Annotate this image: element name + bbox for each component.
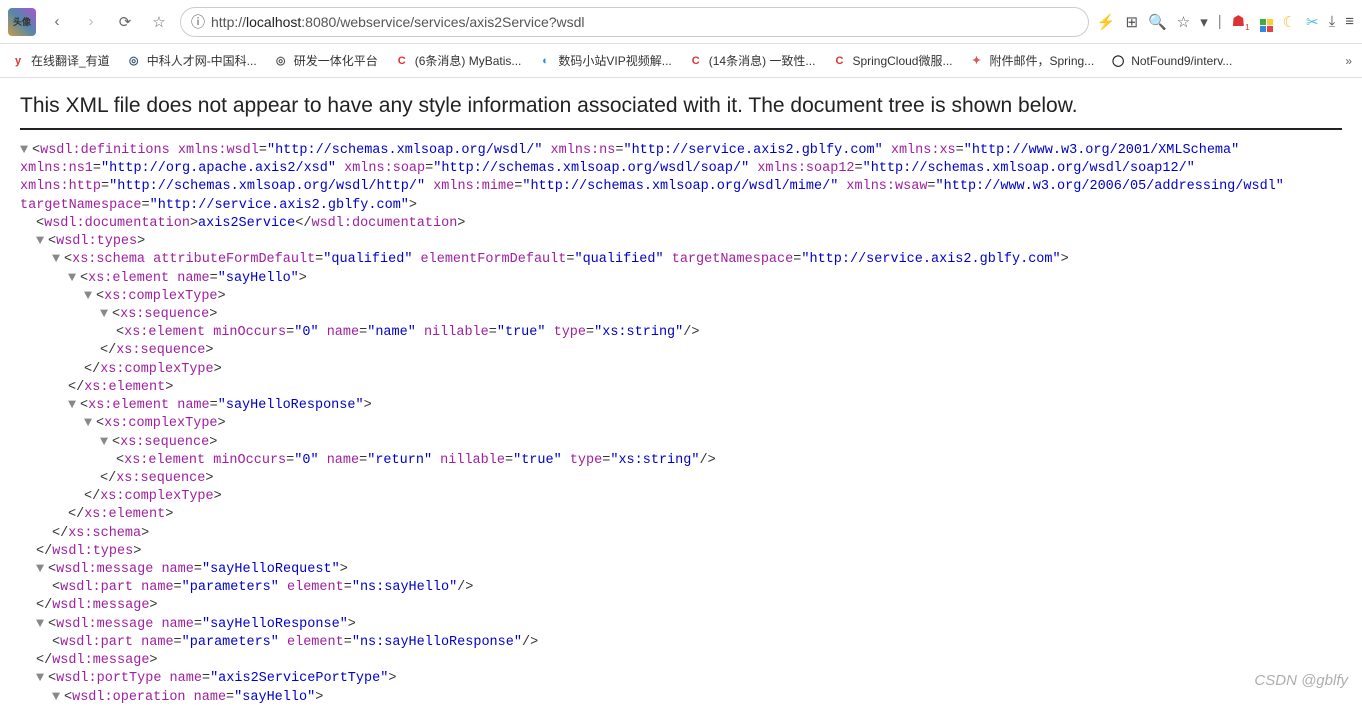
xml-node: </xs:element> bbox=[20, 506, 1342, 524]
bookmark-item[interactable]: ◯ NotFound9/interv... bbox=[1110, 52, 1232, 69]
back-button[interactable]: ‹ bbox=[44, 9, 70, 35]
bookmark-item[interactable]: ◐ 数码小站VIP视频解... bbox=[537, 52, 671, 69]
bookmark-icon: ◎ bbox=[273, 53, 289, 69]
bookmark-label: 中科人才网-中国科... bbox=[147, 52, 257, 69]
xml-node: </xs:complexType> bbox=[20, 488, 1342, 506]
ext-icon-3[interactable]: ✂ bbox=[1306, 13, 1319, 31]
bookmark-item[interactable]: C (14条消息) 一致性... bbox=[688, 52, 816, 69]
xml-node: </xs:schema> bbox=[20, 525, 1342, 543]
chevron-down-icon[interactable]: ▾ bbox=[1200, 13, 1208, 31]
xml-notice: This XML file does not appear to have an… bbox=[20, 94, 1342, 130]
toolbar-extensions: ⚡ ⊞ 🔍 ☆ ▾ | ☗1 ☾ ✂ ⤓ ≡ bbox=[1097, 12, 1354, 32]
profile-avatar[interactable]: 头像 bbox=[8, 8, 36, 36]
xml-node[interactable]: ▼<wsdl:message name="sayHelloRequest"> bbox=[20, 561, 1342, 579]
bookmark-star-icon[interactable]: ☆ bbox=[146, 9, 172, 35]
bookmark-item[interactable]: ◎ 研发一体化平台 bbox=[273, 52, 378, 69]
bookmark-icon: C bbox=[394, 53, 410, 69]
xml-node[interactable]: ▼<xs:sequence> bbox=[20, 306, 1342, 324]
xml-node: </xs:sequence> bbox=[20, 342, 1342, 360]
xml-node: </xs:sequence> bbox=[20, 470, 1342, 488]
menu-icon[interactable]: ≡ bbox=[1345, 13, 1354, 30]
xml-node: </wsdl:types> bbox=[20, 543, 1342, 561]
zoom-icon[interactable]: 🔍 bbox=[1148, 13, 1167, 31]
bookmark-item[interactable]: ◎ 中科人才网-中国科... bbox=[126, 52, 257, 69]
bookmark-label: 在线翻译_有道 bbox=[31, 52, 110, 69]
bookmarks-overflow-icon[interactable]: » bbox=[1345, 54, 1352, 68]
bookmarks-bar: y 在线翻译_有道 ◎ 中科人才网-中国科... ◎ 研发一体化平台 C (6条消息) MyB… bbox=[0, 44, 1362, 78]
xml-tree: ▼<wsdl:definitions xmlns:wsdl="http://sc… bbox=[20, 142, 1342, 707]
xml-node[interactable]: <xs:element minOccurs="0" name="return" … bbox=[20, 452, 1342, 470]
bookmark-label: SpringCloud微服... bbox=[852, 52, 952, 69]
bookmark-item[interactable]: C SpringCloud微服... bbox=[831, 52, 952, 69]
xml-node[interactable]: ▼<wsdl:types> bbox=[20, 233, 1342, 251]
bookmark-label: (14条消息) 一致性... bbox=[709, 52, 816, 69]
xml-node[interactable]: ▼<xs:schema attributeFormDefault="qualif… bbox=[20, 251, 1342, 269]
xml-node[interactable]: ▼<xs:element name="sayHelloResponse"> bbox=[20, 397, 1342, 415]
xml-node[interactable]: <wsdl:documentation>axis2Service</wsdl:d… bbox=[20, 215, 1342, 233]
bookmark-icon: ◯ bbox=[1110, 53, 1126, 69]
xml-node[interactable]: ▼<xs:complexType> bbox=[20, 288, 1342, 306]
info-icon[interactable]: ⓘ bbox=[191, 12, 205, 32]
bookmark-item[interactable]: C (6条消息) MyBatis... bbox=[394, 52, 522, 69]
xml-node[interactable]: ▼<wsdl:operation name="sayHello"> bbox=[20, 689, 1342, 707]
xml-node: </xs:complexType> bbox=[20, 361, 1342, 379]
address-bar[interactable]: ⓘ http://localhost:8080/webservice/servi… bbox=[180, 7, 1089, 37]
xml-node[interactable]: <wsdl:part name="parameters" element="ns… bbox=[20, 634, 1342, 652]
bookmark-label: (6条消息) MyBatis... bbox=[415, 52, 522, 69]
bookmark-label: 研发一体化平台 bbox=[294, 52, 378, 69]
xml-node[interactable]: <xs:element minOccurs="0" name="name" ni… bbox=[20, 324, 1342, 342]
bookmark-label: 数码小站VIP视频解... bbox=[558, 52, 671, 69]
xml-node[interactable]: ▼<xs:complexType> bbox=[20, 415, 1342, 433]
xml-node[interactable]: ▼<xs:element name="sayHello"> bbox=[20, 270, 1342, 288]
bookmark-icon: ✦ bbox=[968, 53, 984, 69]
bookmark-icon: C bbox=[831, 53, 847, 69]
url-text: http://localhost:8080/webservice/service… bbox=[211, 14, 585, 30]
xml-node[interactable]: ▼<wsdl:definitions xmlns:wsdl="http://sc… bbox=[20, 142, 1342, 215]
bolt-icon[interactable]: ⚡ bbox=[1097, 13, 1116, 31]
bookmark-label: NotFound9/interv... bbox=[1131, 54, 1232, 68]
grid-icon[interactable]: ⊞ bbox=[1126, 13, 1139, 31]
xml-node[interactable]: <wsdl:part name="parameters" element="ns… bbox=[20, 579, 1342, 597]
ext-icon-1[interactable]: ☗1 bbox=[1232, 12, 1250, 32]
star-icon[interactable]: ☆ bbox=[1177, 13, 1190, 31]
bookmark-item[interactable]: ✦ 附件邮件，Spring... bbox=[968, 52, 1094, 69]
reload-button[interactable]: ⟳ bbox=[112, 9, 138, 35]
bookmark-icon: ◐ bbox=[537, 53, 553, 69]
xml-node[interactable]: ▼<xs:sequence> bbox=[20, 434, 1342, 452]
moon-icon[interactable]: ☾ bbox=[1283, 13, 1296, 31]
xml-node: </wsdl:message> bbox=[20, 597, 1342, 615]
xml-node: </wsdl:message> bbox=[20, 652, 1342, 670]
xml-node[interactable]: ▼<wsdl:message name="sayHelloResponse"> bbox=[20, 616, 1342, 634]
ext-icon-2[interactable] bbox=[1260, 12, 1273, 32]
bookmark-icon: ◎ bbox=[126, 53, 142, 69]
bookmark-icon: C bbox=[688, 53, 704, 69]
xml-node[interactable]: ▼<wsdl:portType name="axis2ServicePortTy… bbox=[20, 670, 1342, 688]
bookmark-label: 附件邮件，Spring... bbox=[989, 52, 1094, 69]
forward-button[interactable]: › bbox=[78, 9, 104, 35]
bookmark-icon: y bbox=[10, 53, 26, 69]
download-icon[interactable]: ⤓ bbox=[1329, 13, 1336, 30]
bookmark-item[interactable]: y 在线翻译_有道 bbox=[10, 52, 110, 69]
xml-node: </xs:element> bbox=[20, 379, 1342, 397]
browser-toolbar: 头像 ‹ › ⟳ ☆ ⓘ http://localhost:8080/webse… bbox=[0, 0, 1362, 44]
